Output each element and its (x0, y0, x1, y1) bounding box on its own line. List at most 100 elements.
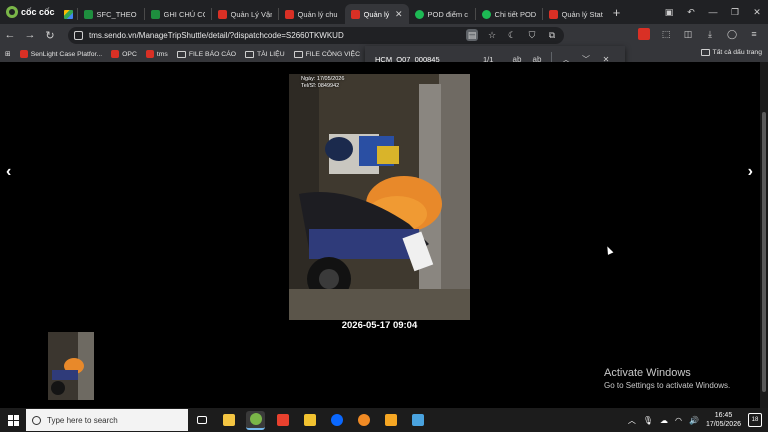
task-view-icon[interactable] (192, 411, 211, 430)
folder-icon (245, 50, 255, 58)
taskbar-clock[interactable]: 16:45 17/05/2026 (706, 411, 741, 429)
app-icon[interactable] (408, 411, 427, 430)
sendo-icon (548, 9, 558, 19)
apps-grid-icon[interactable]: ⊞ (5, 50, 11, 58)
bookmark-tai-lieu[interactable]: TÀI LIỆU (245, 50, 285, 58)
sendo-icon (111, 50, 120, 58)
extension-icon[interactable] (638, 28, 650, 40)
bookmark-label: tms (156, 50, 168, 58)
back-arrow-icon[interactable]: ← (0, 29, 20, 41)
tab-quan-ly-van[interactable]: Quản Lý Vận (212, 4, 278, 24)
omnibox-icons: ▤ ☆ ☾ ⛉ ⧉ (466, 29, 558, 41)
previous-image-button[interactable]: ‹ (6, 163, 11, 181)
notification-center-icon[interactable]: 18 (748, 413, 762, 427)
back-history-icon[interactable]: ↶ (680, 7, 702, 18)
tab-label: Quản lý (363, 9, 390, 19)
extensions-icon[interactable]: ⧉ (546, 29, 558, 41)
folder-icon (176, 50, 186, 58)
bookmark-opc[interactable]: OPC (111, 50, 137, 58)
sendo-icon (350, 9, 360, 19)
site-info-icon[interactable] (74, 31, 83, 40)
bookmark-star-icon[interactable]: ☆ (486, 29, 498, 41)
pod-photo: Ngày: 17/05/2026 Tel/Sĩ: 0849942 (289, 74, 470, 320)
file-explorer-icon[interactable] (219, 411, 238, 430)
tab-label: Quản Lý Vận (230, 9, 272, 19)
tab-ghi-chu[interactable]: GHI CHÚ CÓ (145, 4, 211, 24)
new-tab-button[interactable]: + (609, 5, 625, 20)
photo-thumbnail[interactable] (48, 332, 94, 400)
windows-logo-icon (7, 414, 19, 426)
ultraviewer-icon[interactable] (354, 411, 373, 430)
microphone-icon[interactable]: 🎙 (643, 416, 653, 425)
clock-date: 17/05/2026 (705, 421, 741, 428)
forward-arrow-icon[interactable]: → (20, 29, 40, 41)
close-tab-icon[interactable]: ✕ (395, 9, 403, 20)
wps-office-icon[interactable] (273, 411, 292, 430)
media-icon[interactable]: ▣ (658, 7, 680, 18)
volume-icon[interactable]: 🔊 (689, 416, 699, 425)
bookmark-senlight[interactable]: SenLight Case Platfor... (19, 50, 102, 58)
tab-drive[interactable] (61, 4, 77, 24)
url-text: tms.sendo.vn/ManageTripShuttle/detail/?d… (89, 31, 344, 40)
sendo-icon (217, 9, 227, 19)
bookmark-file-bao-cao[interactable]: FILE BÁO CÁO (176, 50, 236, 58)
tab-label: GHI CHÚ CÓ (163, 9, 205, 19)
shield-icon[interactable]: ⛉ (526, 29, 538, 41)
tab-quan-ly-stat[interactable]: Quản lý Stat (543, 4, 609, 24)
watermark-title: Activate Windows (604, 367, 691, 379)
bookmark-label: FILE CÔNG VIỆC (305, 50, 360, 58)
profile-icon[interactable]: ◯ (726, 28, 738, 40)
cloud-icon[interactable]: ☁ (660, 416, 668, 425)
show-hidden-icons-icon[interactable]: ︿ (628, 415, 636, 426)
toolbar-icons: ⬚ ◫ ⤓ ◯ ≡ (638, 28, 760, 40)
sheet-icon (150, 9, 160, 19)
page-scrollbar[interactable] (760, 62, 768, 408)
all-bookmarks-label: Tất cả dấu trang (712, 49, 763, 56)
search-placeholder: Type here to search (47, 415, 118, 425)
brand-name: cốc cốc (21, 7, 55, 17)
stamp-line: Tel/Sĩ: 0849942 (301, 82, 340, 89)
tab-chi-tiet-pod[interactable]: Chi tiết POD (476, 4, 542, 24)
minimize-button[interactable]: — (702, 7, 724, 17)
tab-pod-diem[interactable]: POD điểm c (409, 4, 475, 24)
scrollbar-thumb[interactable] (762, 112, 766, 392)
watermark-subtitle: Go to Settings to activate Windows. (604, 381, 731, 390)
coccoc-taskbar-icon[interactable] (246, 410, 265, 430)
download-icon[interactable]: ⤓ (704, 28, 716, 40)
image-viewer: ‹ › Ngày: 17/05/2026 Tel/Sĩ: 0849942 202… (0, 62, 768, 408)
tab-label: SFC_THEO D (96, 9, 138, 19)
bookmark-file-cong-viec[interactable]: FILE CÔNG VIỆC (293, 50, 360, 58)
browser-brand[interactable]: cốc cốc (0, 0, 61, 24)
photo-caption: 2026-05-17 09:04 (341, 320, 418, 331)
all-bookmarks[interactable]: Tất cả dấu trang (700, 49, 763, 56)
next-image-button[interactable]: › (748, 163, 753, 181)
address-bar[interactable]: tms.sendo.vn/ManageTripShuttle/detail/?d… (68, 27, 564, 44)
teams-icon[interactable] (381, 411, 400, 430)
reader-mode-icon[interactable]: ▤ (466, 29, 478, 41)
reload-icon[interactable]: ↻ (40, 29, 60, 42)
sendo-icon (284, 9, 294, 19)
tab-quan-ly-active[interactable]: Quản lý ✕ (344, 4, 409, 24)
bookmark-label: TÀI LIỆU (257, 50, 285, 58)
puzzle-icon[interactable]: ⬚ (660, 28, 672, 40)
bookmark-tms[interactable]: tms (145, 50, 168, 58)
sticky-notes-icon[interactable] (300, 411, 319, 430)
dark-mode-icon[interactable]: ☾ (506, 29, 518, 41)
spotify-icon (414, 9, 424, 19)
coccoc-logo-icon (6, 6, 18, 18)
browser-toolbar: ← → ↻ tms.sendo.vn/ManageTripShuttle/det… (0, 24, 768, 46)
window-controls: ▣ ↶ — ❐ ✕ (658, 0, 768, 24)
tab-quan-ly-chu[interactable]: Quản lý chu (279, 4, 345, 24)
close-window-button[interactable]: ✕ (746, 7, 768, 18)
tab-label: Quản lý Stat (561, 9, 603, 19)
menu-icon[interactable]: ≡ (748, 28, 760, 40)
restore-button[interactable]: ❐ (724, 7, 746, 18)
start-button[interactable] (0, 408, 26, 432)
sendo-icon (145, 50, 154, 58)
zalo-icon[interactable] (327, 411, 346, 430)
tab-sfc-theo[interactable]: SFC_THEO D (78, 4, 144, 24)
pod-photo-image (289, 74, 470, 320)
wifi-icon[interactable]: ◠ (675, 416, 682, 425)
taskbar-search[interactable]: Type here to search (26, 409, 188, 431)
split-view-icon[interactable]: ◫ (682, 28, 694, 40)
